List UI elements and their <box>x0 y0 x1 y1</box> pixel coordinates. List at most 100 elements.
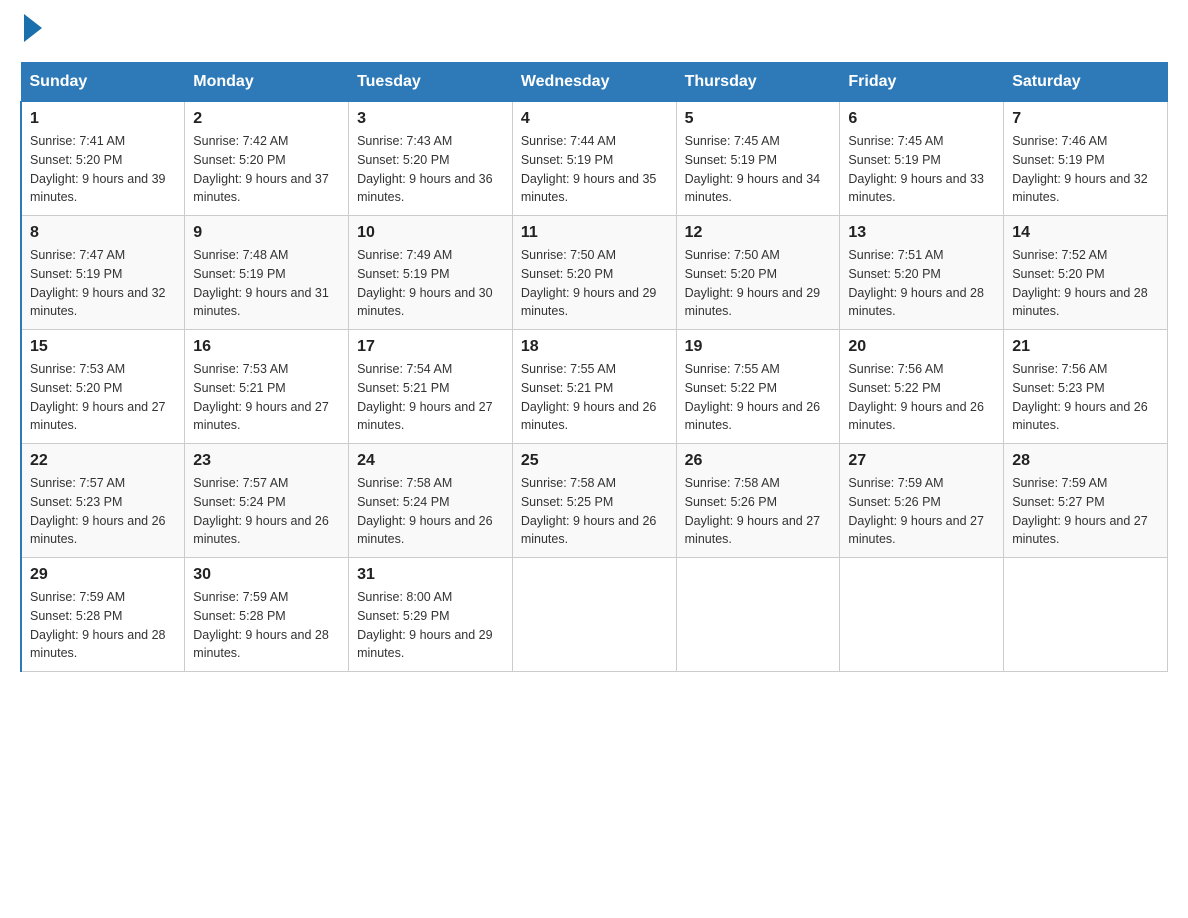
calendar-day-cell: 6 Sunrise: 7:45 AMSunset: 5:19 PMDayligh… <box>840 102 1004 216</box>
day-info: Sunrise: 7:55 AMSunset: 5:21 PMDaylight:… <box>521 360 668 435</box>
day-number: 21 <box>1012 338 1159 356</box>
day-info: Sunrise: 7:58 AMSunset: 5:25 PMDaylight:… <box>521 474 668 549</box>
calendar-header-row: SundayMondayTuesdayWednesdayThursdayFrid… <box>21 63 1168 102</box>
calendar-day-cell <box>676 558 840 672</box>
calendar-day-cell: 10 Sunrise: 7:49 AMSunset: 5:19 PMDaylig… <box>349 216 513 330</box>
day-number: 2 <box>193 110 340 128</box>
calendar-header-wednesday: Wednesday <box>512 63 676 102</box>
day-info: Sunrise: 7:47 AMSunset: 5:19 PMDaylight:… <box>30 246 176 321</box>
calendar-day-cell: 23 Sunrise: 7:57 AMSunset: 5:24 PMDaylig… <box>185 444 349 558</box>
day-info: Sunrise: 7:52 AMSunset: 5:20 PMDaylight:… <box>1012 246 1159 321</box>
calendar-day-cell: 30 Sunrise: 7:59 AMSunset: 5:28 PMDaylig… <box>185 558 349 672</box>
day-info: Sunrise: 7:59 AMSunset: 5:27 PMDaylight:… <box>1012 474 1159 549</box>
day-info: Sunrise: 7:59 AMSunset: 5:28 PMDaylight:… <box>193 588 340 663</box>
logo-arrow-icon <box>24 14 42 42</box>
day-info: Sunrise: 7:56 AMSunset: 5:22 PMDaylight:… <box>848 360 995 435</box>
day-number: 18 <box>521 338 668 356</box>
day-info: Sunrise: 7:46 AMSunset: 5:19 PMDaylight:… <box>1012 132 1159 207</box>
calendar-day-cell: 18 Sunrise: 7:55 AMSunset: 5:21 PMDaylig… <box>512 330 676 444</box>
day-number: 14 <box>1012 224 1159 242</box>
calendar-day-cell: 22 Sunrise: 7:57 AMSunset: 5:23 PMDaylig… <box>21 444 185 558</box>
day-info: Sunrise: 7:53 AMSunset: 5:21 PMDaylight:… <box>193 360 340 435</box>
day-number: 8 <box>30 224 176 242</box>
day-number: 1 <box>30 110 176 128</box>
day-number: 10 <box>357 224 504 242</box>
page-header <box>20 20 1168 42</box>
calendar-day-cell: 21 Sunrise: 7:56 AMSunset: 5:23 PMDaylig… <box>1004 330 1168 444</box>
calendar-day-cell: 24 Sunrise: 7:58 AMSunset: 5:24 PMDaylig… <box>349 444 513 558</box>
day-info: Sunrise: 7:54 AMSunset: 5:21 PMDaylight:… <box>357 360 504 435</box>
day-number: 19 <box>685 338 832 356</box>
day-info: Sunrise: 7:43 AMSunset: 5:20 PMDaylight:… <box>357 132 504 207</box>
calendar-day-cell: 5 Sunrise: 7:45 AMSunset: 5:19 PMDayligh… <box>676 102 840 216</box>
calendar-day-cell <box>840 558 1004 672</box>
day-number: 17 <box>357 338 504 356</box>
day-info: Sunrise: 7:59 AMSunset: 5:26 PMDaylight:… <box>848 474 995 549</box>
day-info: Sunrise: 7:44 AMSunset: 5:19 PMDaylight:… <box>521 132 668 207</box>
calendar-day-cell: 26 Sunrise: 7:58 AMSunset: 5:26 PMDaylig… <box>676 444 840 558</box>
day-info: Sunrise: 7:55 AMSunset: 5:22 PMDaylight:… <box>685 360 832 435</box>
day-info: Sunrise: 7:56 AMSunset: 5:23 PMDaylight:… <box>1012 360 1159 435</box>
day-info: Sunrise: 7:58 AMSunset: 5:24 PMDaylight:… <box>357 474 504 549</box>
calendar-day-cell: 8 Sunrise: 7:47 AMSunset: 5:19 PMDayligh… <box>21 216 185 330</box>
day-number: 12 <box>685 224 832 242</box>
calendar-day-cell <box>512 558 676 672</box>
day-number: 6 <box>848 110 995 128</box>
day-number: 20 <box>848 338 995 356</box>
calendar-day-cell: 20 Sunrise: 7:56 AMSunset: 5:22 PMDaylig… <box>840 330 1004 444</box>
calendar-day-cell: 13 Sunrise: 7:51 AMSunset: 5:20 PMDaylig… <box>840 216 1004 330</box>
day-info: Sunrise: 7:45 AMSunset: 5:19 PMDaylight:… <box>685 132 832 207</box>
calendar-week-row: 22 Sunrise: 7:57 AMSunset: 5:23 PMDaylig… <box>21 444 1168 558</box>
day-number: 27 <box>848 452 995 470</box>
day-info: Sunrise: 7:53 AMSunset: 5:20 PMDaylight:… <box>30 360 176 435</box>
calendar-week-row: 8 Sunrise: 7:47 AMSunset: 5:19 PMDayligh… <box>21 216 1168 330</box>
day-info: Sunrise: 8:00 AMSunset: 5:29 PMDaylight:… <box>357 588 504 663</box>
calendar-table: SundayMondayTuesdayWednesdayThursdayFrid… <box>20 62 1168 672</box>
calendar-day-cell: 12 Sunrise: 7:50 AMSunset: 5:20 PMDaylig… <box>676 216 840 330</box>
day-number: 25 <box>521 452 668 470</box>
calendar-day-cell: 31 Sunrise: 8:00 AMSunset: 5:29 PMDaylig… <box>349 558 513 672</box>
calendar-header-tuesday: Tuesday <box>349 63 513 102</box>
calendar-day-cell: 28 Sunrise: 7:59 AMSunset: 5:27 PMDaylig… <box>1004 444 1168 558</box>
day-number: 16 <box>193 338 340 356</box>
calendar-day-cell: 3 Sunrise: 7:43 AMSunset: 5:20 PMDayligh… <box>349 102 513 216</box>
day-number: 30 <box>193 566 340 584</box>
day-info: Sunrise: 7:48 AMSunset: 5:19 PMDaylight:… <box>193 246 340 321</box>
calendar-day-cell: 17 Sunrise: 7:54 AMSunset: 5:21 PMDaylig… <box>349 330 513 444</box>
day-info: Sunrise: 7:50 AMSunset: 5:20 PMDaylight:… <box>521 246 668 321</box>
calendar-header-monday: Monday <box>185 63 349 102</box>
day-info: Sunrise: 7:57 AMSunset: 5:23 PMDaylight:… <box>30 474 176 549</box>
day-info: Sunrise: 7:50 AMSunset: 5:20 PMDaylight:… <box>685 246 832 321</box>
calendar-day-cell: 2 Sunrise: 7:42 AMSunset: 5:20 PMDayligh… <box>185 102 349 216</box>
calendar-day-cell: 19 Sunrise: 7:55 AMSunset: 5:22 PMDaylig… <box>676 330 840 444</box>
day-number: 26 <box>685 452 832 470</box>
day-number: 9 <box>193 224 340 242</box>
day-number: 24 <box>357 452 504 470</box>
calendar-day-cell: 9 Sunrise: 7:48 AMSunset: 5:19 PMDayligh… <box>185 216 349 330</box>
calendar-header-thursday: Thursday <box>676 63 840 102</box>
calendar-day-cell: 4 Sunrise: 7:44 AMSunset: 5:19 PMDayligh… <box>512 102 676 216</box>
logo <box>20 20 42 42</box>
day-info: Sunrise: 7:58 AMSunset: 5:26 PMDaylight:… <box>685 474 832 549</box>
calendar-header-friday: Friday <box>840 63 1004 102</box>
calendar-header-sunday: Sunday <box>21 63 185 102</box>
calendar-day-cell <box>1004 558 1168 672</box>
day-info: Sunrise: 7:59 AMSunset: 5:28 PMDaylight:… <box>30 588 176 663</box>
calendar-header-saturday: Saturday <box>1004 63 1168 102</box>
calendar-day-cell: 11 Sunrise: 7:50 AMSunset: 5:20 PMDaylig… <box>512 216 676 330</box>
day-info: Sunrise: 7:42 AMSunset: 5:20 PMDaylight:… <box>193 132 340 207</box>
calendar-day-cell: 27 Sunrise: 7:59 AMSunset: 5:26 PMDaylig… <box>840 444 1004 558</box>
calendar-day-cell: 1 Sunrise: 7:41 AMSunset: 5:20 PMDayligh… <box>21 102 185 216</box>
day-info: Sunrise: 7:41 AMSunset: 5:20 PMDaylight:… <box>30 132 176 207</box>
day-info: Sunrise: 7:45 AMSunset: 5:19 PMDaylight:… <box>848 132 995 207</box>
calendar-day-cell: 7 Sunrise: 7:46 AMSunset: 5:19 PMDayligh… <box>1004 102 1168 216</box>
day-number: 31 <box>357 566 504 584</box>
day-info: Sunrise: 7:51 AMSunset: 5:20 PMDaylight:… <box>848 246 995 321</box>
day-number: 4 <box>521 110 668 128</box>
day-number: 11 <box>521 224 668 242</box>
day-number: 29 <box>30 566 176 584</box>
calendar-day-cell: 15 Sunrise: 7:53 AMSunset: 5:20 PMDaylig… <box>21 330 185 444</box>
day-number: 13 <box>848 224 995 242</box>
calendar-day-cell: 29 Sunrise: 7:59 AMSunset: 5:28 PMDaylig… <box>21 558 185 672</box>
calendar-week-row: 15 Sunrise: 7:53 AMSunset: 5:20 PMDaylig… <box>21 330 1168 444</box>
